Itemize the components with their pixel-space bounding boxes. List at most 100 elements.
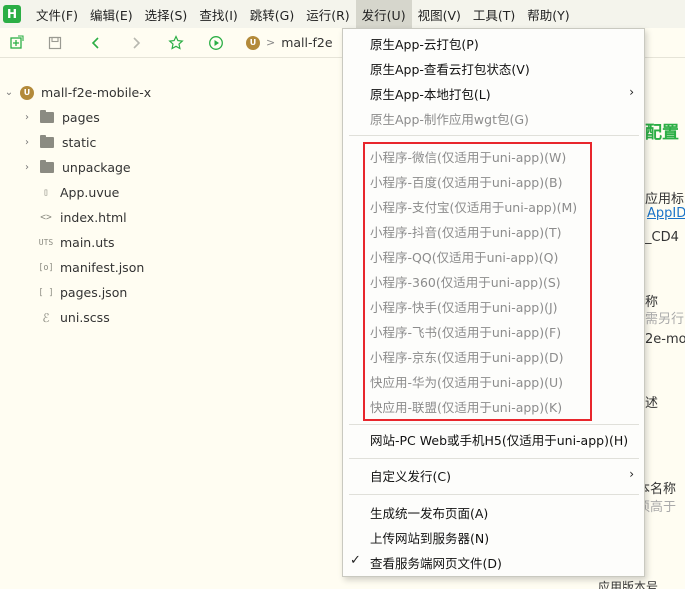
menu-item-native-cloud-status[interactable]: 原生App-查看云打包状态(V): [343, 56, 644, 80]
menu-item-label: 原生App-查看云打包状态(V): [370, 61, 530, 77]
menu-item-label: 原生App-本地打包(L): [370, 86, 491, 102]
menu-separator: [349, 458, 639, 459]
chevron-right-icon: ›: [629, 85, 634, 99]
file-icon: ▯: [43, 187, 49, 198]
menu-item-view-server-files[interactable]: ✓ 查看服务端网页文件(D): [343, 550, 644, 574]
tree-item-uni-scss[interactable]: ℰ uni.scss: [38, 305, 110, 330]
tree-project-root[interactable]: ⌄ U mall-f2e-mobile-x: [4, 80, 151, 105]
tree-item-label: unpackage: [62, 160, 131, 175]
menu-item-label: 上传网站到服务器(N): [370, 530, 490, 546]
tree-item-app-uvue[interactable]: ▯ App.uvue: [38, 180, 119, 205]
menu-item-mp-kuaishou: 小程序-快手(仅适用于uni-app)(J): [343, 294, 644, 318]
menu-file[interactable]: 文件(F): [30, 0, 84, 28]
new-file-icon[interactable]: [8, 35, 24, 51]
menu-item-label: 小程序-QQ(仅适用于uni-app)(Q): [370, 249, 559, 265]
menu-item-quickapp-union: 快应用-联盟(仅适用于uni-app)(K): [343, 394, 644, 418]
breadcrumb[interactable]: U > mall-f2e: [246, 35, 333, 50]
tree-item-label: pages.json: [60, 285, 128, 300]
tree-item-pages[interactable]: › pages: [22, 105, 100, 130]
menu-item-mp-jd: 小程序-京东(仅适用于uni-app)(D): [343, 344, 644, 368]
editor-text: _CD4: [645, 230, 679, 245]
folder-icon: [40, 160, 54, 173]
menu-publish[interactable]: 发行(U): [355, 0, 412, 28]
tree-item-index-html[interactable]: <> index.html: [38, 205, 127, 230]
menu-item-label: 查看服务端网页文件(D): [370, 555, 502, 571]
menu-bar: H 文件(F) 编辑(E) 选择(S) 查找(I) 跳转(G) 运行(R) 发行…: [0, 0, 685, 28]
editor-text: 2e-mo: [645, 332, 685, 347]
tree-item-label: manifest.json: [60, 260, 145, 275]
menu-item-label: 网站-PC Web或手机H5(仅适用于uni-app)(H): [370, 432, 629, 448]
html-file-icon: <>: [40, 212, 52, 223]
menu-item-label: 快应用-联盟(仅适用于uni-app)(K): [370, 399, 563, 415]
menu-item-label: 小程序-飞书(仅适用于uni-app)(F): [370, 324, 562, 340]
menu-separator: [349, 494, 639, 495]
tree-item-pages-json[interactable]: [ ] pages.json: [38, 280, 127, 305]
tree-item-label: index.html: [60, 210, 127, 225]
checkmark-icon: ✓: [350, 553, 361, 568]
menu-separator: [349, 135, 639, 136]
editor-text: 应用标: [645, 192, 685, 207]
breadcrumb-separator-icon: >: [266, 36, 276, 49]
tree-item-static[interactable]: › static: [22, 130, 96, 155]
menu-item-label: 小程序-微信(仅适用于uni-app)(W): [370, 149, 567, 165]
menu-find[interactable]: 查找(I): [193, 0, 243, 28]
menu-item-custom-publish[interactable]: 自定义发行(C) ›: [343, 463, 644, 487]
folder-icon: [40, 135, 54, 148]
project-badge-icon: U: [246, 35, 260, 50]
menu-item-upload-site[interactable]: 上传网站到服务器(N): [343, 525, 644, 549]
menu-item-mp-alipay: 小程序-支付宝(仅适用于uni-app)(M): [343, 194, 644, 218]
menu-item-native-cloud-pack[interactable]: 原生App-云打包(P): [343, 31, 644, 55]
editor-text: 应用版本号: [598, 580, 659, 589]
tree-item-label: uni.scss: [60, 310, 110, 325]
menu-item-label: 小程序-快手(仅适用于uni-app)(J): [370, 299, 558, 315]
menu-item-label: 小程序-京东(仅适用于uni-app)(D): [370, 349, 564, 365]
menu-item-web-h5[interactable]: 网站-PC Web或手机H5(仅适用于uni-app)(H): [343, 427, 644, 451]
forward-icon[interactable]: [128, 35, 144, 51]
save-icon[interactable]: [47, 35, 63, 51]
menu-item-label: 小程序-360(仅适用于uni-app)(S): [370, 274, 561, 290]
back-icon[interactable]: [88, 35, 104, 51]
menu-item-label: 小程序-百度(仅适用于uni-app)(B): [370, 174, 563, 190]
tree-item-main-uts[interactable]: UTS main.uts: [38, 230, 115, 255]
run-icon[interactable]: [208, 35, 224, 51]
menu-goto[interactable]: 跳转(G): [244, 0, 300, 28]
menu-tools[interactable]: 工具(T): [467, 0, 521, 28]
menu-run[interactable]: 运行(R): [300, 0, 355, 28]
scss-file-icon: ℰ: [42, 310, 50, 325]
menu-item-mp-360: 小程序-360(仅适用于uni-app)(S): [343, 269, 644, 293]
menu-item-label: 小程序-支付宝(仅适用于uni-app)(M): [370, 199, 578, 215]
project-badge-icon: U: [20, 85, 34, 100]
folder-icon: [40, 110, 54, 123]
menu-item-native-wgt: 原生App-制作应用wgt包(G): [343, 106, 644, 130]
uts-file-icon: UTS: [38, 238, 54, 247]
json-file-icon: [o]: [38, 262, 54, 273]
menu-item-generate-publish-page[interactable]: 生成统一发布页面(A): [343, 500, 644, 524]
editor-link[interactable]: AppID: [647, 206, 685, 221]
chevron-down-icon: ⌄: [4, 87, 14, 98]
menu-item-mp-weixin: 小程序-微信(仅适用于uni-app)(W): [343, 144, 644, 168]
chevron-right-icon: ›: [629, 467, 634, 481]
menu-edit[interactable]: 编辑(E): [84, 0, 139, 28]
breadcrumb-label: mall-f2e: [281, 35, 333, 50]
chevron-right-icon: ›: [25, 162, 29, 173]
menu-item-mp-feishu: 小程序-飞书(仅适用于uni-app)(F): [343, 319, 644, 343]
menu-item-label: 快应用-华为(仅适用于uni-app)(U): [370, 374, 564, 390]
menu-help[interactable]: 帮助(Y): [521, 0, 575, 28]
menu-item-mp-baidu: 小程序-百度(仅适用于uni-app)(B): [343, 169, 644, 193]
menu-item-label: 原生App-制作应用wgt包(G): [370, 111, 529, 127]
menu-select[interactable]: 选择(S): [139, 0, 194, 28]
star-icon[interactable]: [168, 34, 184, 51]
menu-item-label: 生成统一发布页面(A): [370, 505, 489, 521]
chevron-right-icon: ›: [25, 112, 29, 123]
tree-item-manifest-json[interactable]: [o] manifest.json: [38, 255, 144, 280]
project-tree: ⌄ U mall-f2e-mobile-x › pages › static ›…: [0, 58, 345, 589]
tree-item-unpackage[interactable]: › unpackage: [22, 155, 131, 180]
menu-item-label: 原生App-云打包(P): [370, 36, 479, 52]
tree-item-label: App.uvue: [60, 185, 120, 200]
menu-view[interactable]: 视图(V): [412, 0, 467, 28]
editor-heading: 配置: [645, 123, 679, 143]
menu-item-native-local-pack[interactable]: 原生App-本地打包(L) ›: [343, 81, 644, 105]
tree-project-label: mall-f2e-mobile-x: [41, 85, 152, 100]
hbuilder-logo-icon: H: [3, 5, 21, 23]
tree-item-label: main.uts: [60, 235, 115, 250]
